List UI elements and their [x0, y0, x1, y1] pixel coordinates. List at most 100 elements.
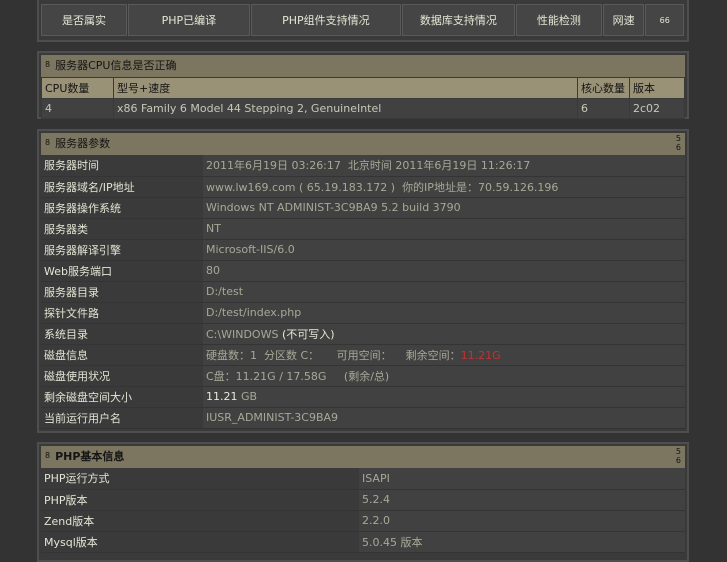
system-dir: C:\WINDOWS [206, 327, 279, 341]
column-header: 核心数量 [577, 77, 630, 99]
collapse-down-icon[interactable]: 6 [676, 143, 681, 152]
table-row: 服务器域名/IP地址 www.lw169.com ( 65.19.183.172… [41, 176, 685, 198]
cpu-table: CPU数量 型号+速度 核心数量 版本 4 x86 Family 6 Model… [41, 77, 685, 119]
row-value: D:/test [203, 281, 685, 303]
cpu-model: x86 Family 6 Model 44 Stepping 2, Genuin… [113, 98, 578, 119]
panel-title: 服务器CPU信息是否正确 [55, 59, 177, 72]
table-row: Zend版本 2.2.0 [41, 510, 685, 532]
collapse-up-icon[interactable]: 5 [676, 447, 681, 456]
top-nav: 是否属实 PHP已编译 PHP组件支持情况 数据库支持情况 性能检测 网速 66 [37, 0, 689, 42]
table-row: 当前运行用户名 IUSR_ADMINIST-3C9BA9 [41, 407, 685, 429]
row-label: 系统目录 [41, 323, 203, 345]
beijing-time: 2011年6月19日 11:26:17 [395, 159, 531, 173]
row-label: 磁盘信息 [41, 344, 203, 366]
row-label: 服务器域名/IP地址 [41, 176, 203, 198]
column-header: CPU数量 [41, 77, 114, 99]
cpu-panel-header: 8 服务器CPU信息是否正确 [41, 55, 685, 77]
row-value: ISAPI [359, 468, 685, 490]
cpu-version: 2c02 [629, 98, 685, 119]
table-row: 服务器解译引擎 Microsoft-IIS/6.0 [41, 239, 685, 261]
panel-number: 8 [45, 138, 51, 147]
php-table: PHP运行方式 ISAPI PHP版本 5.2.4 Zend版本 2.2.0 M… [41, 468, 685, 553]
server-time: 2011年6月19日 03:26:17 [206, 159, 341, 173]
row-value: Microsoft-IIS/6.0 [203, 239, 685, 261]
table-row: 磁盘信息 硬盘数：1 分区数 C： 可用空间： 剩余空间：11.21G [41, 344, 685, 366]
row-label: 服务器类 [41, 218, 203, 240]
client-ip-label: 你的IP地址是： [402, 180, 478, 194]
server-panel-header: 8 服务器参数 5 6 [41, 133, 685, 155]
row-value: NT [203, 218, 685, 240]
row-label: Mysql版本 [41, 531, 359, 553]
table-row: 服务器目录 D:/test [41, 281, 685, 303]
nav-tab-4[interactable]: 数据库支持情况 [402, 4, 515, 36]
row-label: 探针文件路 [41, 302, 203, 324]
free-space-unit: GB [241, 390, 258, 403]
row-value: 5.2.4 [359, 489, 685, 511]
row-value: D:/test/index.php [203, 302, 685, 324]
row-value: Windows NT ADMINIST-3C9BA9 5.2 build 379… [203, 197, 685, 219]
row-label: PHP版本 [41, 489, 359, 511]
table-row: 系统目录 C:\WINDOWS (不可写入) [41, 323, 685, 345]
cpu-cores: 6 [577, 98, 630, 119]
collapse-up-icon[interactable]: 5 [676, 134, 681, 143]
free-space-number: 11.21 [206, 390, 238, 403]
row-label: PHP运行方式 [41, 468, 359, 490]
row-label: Zend版本 [41, 510, 359, 532]
collapse-down-icon[interactable]: 6 [676, 456, 681, 465]
nav-tab-6[interactable]: 网速 [602, 4, 645, 36]
collapse-control[interactable]: 5 6 [676, 447, 681, 465]
disk-usage: C盘：11.21G / 17.58G [206, 369, 327, 383]
write-status: 不可写入 [286, 327, 331, 341]
panel-number: 8 [45, 451, 51, 460]
usage-legend: 剩余/总 [348, 369, 385, 383]
remaining-space: 11.21G [460, 348, 501, 362]
table-row: PHP版本 5.2.4 [41, 489, 685, 511]
server-domain: www.lw169.com ( 65.19.183.172 ) [206, 180, 396, 194]
row-value: 5.0.45 版本 [359, 531, 685, 553]
table-row: PHP运行方式 ISAPI [41, 468, 685, 490]
php-panel: 8 PHP基本信息 5 6 PHP运行方式 ISAPI PHP版本 5.2.4 Z… [37, 442, 689, 562]
table-row: 4 x86 Family 6 Model 44 Stepping 2, Genu… [41, 98, 685, 119]
table-row: 探针文件路 D:/test/index.php [41, 302, 685, 324]
table-row: Mysql版本 5.0.45 版本 [41, 531, 685, 553]
panel-number: 8 [45, 60, 51, 69]
row-label: 剩余磁盘空间大小 [41, 386, 203, 408]
client-ip: 70.59.126.196 [477, 180, 559, 194]
cpu-count: 4 [41, 98, 114, 119]
available-space: 可用空间： [336, 348, 392, 362]
column-header: 型号+速度 [113, 77, 578, 99]
panel-title: PHP基本信息 [55, 450, 125, 463]
row-value: IUSR_ADMINIST-3C9BA9 [203, 407, 685, 429]
disk-count: 硬盘数：1 [206, 348, 257, 362]
partition-count: 分区数 C： [264, 348, 320, 362]
row-label: 磁盘使用状况 [41, 365, 203, 387]
panel-title: 服务器参数 [55, 137, 111, 150]
remaining-space-label: 剩余空间： [405, 348, 461, 362]
table-row: Web服务端口 80 [41, 260, 685, 282]
server-table: 服务器时间 2011年6月19日 03:26:17 北京时间 2011年6月19… [41, 155, 685, 429]
beijing-time-label: 北京时间 [347, 159, 392, 173]
column-header: 版本 [629, 77, 685, 99]
table-row: 服务器类 NT [41, 218, 685, 240]
server-panel: 8 服务器参数 5 6 服务器时间 2011年6月19日 03:26:17 北京时… [37, 129, 689, 433]
php-panel-header: 8 PHP基本信息 5 6 [41, 446, 685, 468]
nav-tab-5[interactable]: 性能检测 [515, 4, 602, 36]
nav-tab-1[interactable]: 是否属实 [41, 4, 128, 36]
table-row: 服务器时间 2011年6月19日 03:26:17 北京时间 2011年6月19… [41, 155, 685, 177]
collapse-control[interactable]: 5 6 [676, 134, 681, 152]
row-label: 当前运行用户名 [41, 407, 203, 429]
nav-tab-2[interactable]: PHP已编译 [128, 4, 250, 36]
row-value: 80 [203, 260, 685, 282]
table-row: 剩余磁盘空间大小 11.21 GB [41, 386, 685, 408]
row-label: 服务器时间 [41, 155, 203, 177]
row-value: 2.2.0 [359, 510, 685, 532]
cpu-panel: 8 服务器CPU信息是否正确 CPU数量 型号+速度 核心数量 版本 4 x86 … [37, 51, 689, 119]
table-row: 服务器操作系统 Windows NT ADMINIST-3C9BA9 5.2 b… [41, 197, 685, 219]
nav-tab-3[interactable]: PHP组件支持情况 [250, 4, 402, 36]
row-label: Web服务端口 [41, 260, 203, 282]
row-label: 服务器目录 [41, 281, 203, 303]
row-label: 服务器解译引擎 [41, 239, 203, 261]
row-label: 服务器操作系统 [41, 197, 203, 219]
table-row: 磁盘使用状况 C盘：11.21G / 17.58G (剩余/总) [41, 365, 685, 387]
nav-tab-7[interactable]: 66 [645, 4, 685, 36]
